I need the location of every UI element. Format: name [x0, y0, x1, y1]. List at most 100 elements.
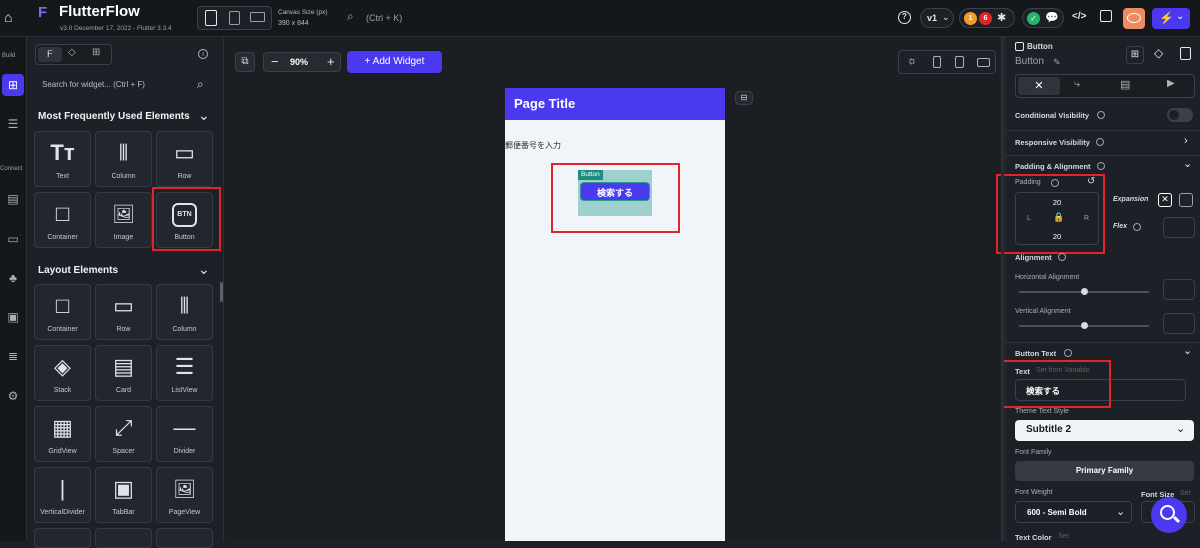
settings-icon[interactable]: ⚙: [3, 387, 23, 405]
search-shortcut[interactable]: (Ctrl + K): [366, 13, 402, 23]
phone-preview-icon[interactable]: [933, 56, 941, 68]
widget-tile-listview[interactable]: ☰ ListView: [156, 345, 213, 401]
animations-tab[interactable]: ▶: [1167, 78, 1175, 89]
help-search-button[interactable]: [1151, 497, 1187, 533]
diamond-icon[interactable]: ◇: [1154, 46, 1163, 60]
widget-tile-spacer[interactable]: ⤢ Spacer: [95, 406, 152, 462]
search-icon[interactable]: ⌕: [347, 10, 359, 22]
keyboard-icon[interactable]: [977, 58, 990, 67]
home-icon[interactable]: ⌂: [4, 10, 18, 24]
issues-group[interactable]: 1 6 ✱: [959, 8, 1015, 28]
widget-tile-divider[interactable]: — Divider: [156, 406, 213, 462]
widget-tile-partial[interactable]: [95, 528, 152, 548]
tile-label: Container: [47, 234, 78, 241]
info-icon[interactable]: i: [198, 49, 208, 59]
folder-icon[interactable]: ▭: [3, 230, 23, 248]
api-list-icon[interactable]: ≣: [3, 347, 23, 365]
font-size-set-link[interactable]: Set: [1180, 490, 1191, 497]
widget-tree-icon[interactable]: ⊞: [2, 74, 24, 96]
flutter-widgets-tab[interactable]: ᖴ: [38, 47, 62, 62]
font-weight-dropdown[interactable]: 600 - Semi Bold ⌄: [1015, 501, 1132, 523]
expansion-label: Expansion: [1113, 196, 1149, 203]
postal-code-label: 郵便番号を入力: [505, 141, 561, 150]
chevron-down-icon[interactable]: ⌄: [198, 261, 210, 278]
open-external-icon[interactable]: [1100, 10, 1112, 22]
chevron-right-icon[interactable]: ›: [1184, 135, 1188, 147]
theme-text-style-dropdown[interactable]: Subtitle 2 ⌄: [1015, 420, 1194, 441]
app-bar[interactable]: Page Title: [505, 88, 725, 120]
canvas-size-value: 390 x 844: [278, 20, 309, 27]
horizontal-alignment-knob[interactable]: [1081, 288, 1088, 295]
panel-scrollbar[interactable]: [220, 282, 223, 302]
chevron-down-icon[interactable]: ⌄: [198, 107, 210, 124]
widget-tile-card[interactable]: ▤ Card: [95, 345, 152, 401]
widget-search-input[interactable]: Search for widget... (Ctrl + F): [42, 80, 145, 89]
version-select[interactable]: v1 ⌄: [920, 8, 954, 28]
widget-tile-row[interactable]: ▭ Row: [156, 131, 213, 187]
frame-options-icon[interactable]: ⊟: [735, 91, 753, 105]
expand-icon[interactable]: ✕: [1158, 193, 1172, 207]
components-icon[interactable]: ⊞: [92, 47, 100, 58]
font-family-button[interactable]: Primary Family: [1015, 461, 1194, 481]
search-icon[interactable]: ⌕: [197, 77, 204, 92]
widget-tile-gridview[interactable]: ▦ GridView: [34, 406, 91, 462]
light-mode-icon[interactable]: ☼: [907, 55, 917, 67]
responsive-visibility-label[interactable]: Responsive Visibility: [1015, 138, 1090, 147]
chat-icon: 💬: [1045, 12, 1059, 24]
horizontal-alignment-input[interactable]: [1163, 279, 1195, 300]
conditional-visibility-toggle[interactable]: [1167, 108, 1193, 122]
code-icon[interactable]: </>: [1072, 11, 1086, 22]
list-icon[interactable]: ☰: [3, 115, 23, 133]
diamond-icon[interactable]: ◇: [68, 47, 76, 58]
add-widget-button[interactable]: + Add Widget: [347, 51, 442, 73]
widget-tile-row[interactable]: ▭ Row: [95, 284, 152, 340]
zoom-in-button[interactable]: +: [327, 54, 335, 69]
zoom-out-button[interactable]: −: [271, 54, 279, 69]
widget-tile-text[interactable]: Tт Text: [34, 131, 91, 187]
widget-tile-verticaldivider[interactable]: | VerticalDivider: [34, 467, 91, 523]
shrink-icon[interactable]: [1179, 193, 1193, 207]
widget-tile-stack[interactable]: ◈ Stack: [34, 345, 91, 401]
text-color-set-link[interactable]: Set: [1058, 533, 1069, 540]
component-icon[interactable]: ⊞: [1126, 46, 1144, 64]
widget-tile-image[interactable]: 🖼 Image: [95, 192, 152, 248]
status-group[interactable]: ✓ 💬: [1022, 8, 1064, 28]
tablet-icon[interactable]: [229, 11, 240, 25]
widget-tile-partial[interactable]: [34, 528, 91, 548]
widget-tile-column[interactable]: ⦀ Column: [156, 284, 213, 340]
widget-tile-tabbar[interactable]: ▣ TabBar: [95, 467, 152, 523]
right-scrollbar[interactable]: [1001, 37, 1004, 541]
preview-button[interactable]: [1123, 8, 1145, 29]
row-widget-icon: ▭: [174, 140, 195, 165]
widget-tile-column[interactable]: ⦀ Column: [95, 131, 152, 187]
chevron-down-icon[interactable]: ⌄: [1183, 344, 1192, 357]
vertical-alignment-input[interactable]: [1163, 313, 1195, 334]
flex-input[interactable]: [1163, 217, 1195, 238]
phone-icon[interactable]: [205, 10, 217, 26]
chevron-down-icon[interactable]: ⌄: [1183, 157, 1192, 170]
widget-tile-container[interactable]: □ Container: [34, 192, 91, 248]
properties-tab[interactable]: ✕: [1018, 77, 1060, 95]
actions-tab[interactable]: ⤷: [1074, 78, 1080, 91]
container-widget-icon: □: [55, 293, 70, 318]
desktop-icon[interactable]: [250, 12, 265, 22]
run-button[interactable]: ⚡ ⌄: [1152, 8, 1190, 29]
phone-screen: Page Title 郵便番号を入力 Button 検索する: [505, 88, 725, 541]
canvas-tools-button[interactable]: ⧉: [235, 52, 255, 72]
tablet-preview-icon[interactable]: [955, 56, 964, 68]
font-weight-value: 600 - Semi Bold: [1027, 508, 1087, 517]
backend-query-tab[interactable]: ▤: [1120, 78, 1130, 91]
widget-tile-pageview[interactable]: 🖼 PageView: [156, 467, 213, 523]
alignment-label: Alignment: [1015, 253, 1052, 262]
integrations-icon[interactable]: ♣: [3, 269, 23, 287]
tile-label: Stack: [53, 387, 72, 394]
vertical-alignment-knob[interactable]: [1081, 322, 1088, 329]
edit-icon[interactable]: ✎: [1053, 57, 1061, 68]
copy-icon[interactable]: [1180, 47, 1191, 60]
widget-name[interactable]: Button: [1015, 56, 1044, 67]
database-icon[interactable]: ▤: [3, 190, 23, 208]
media-icon[interactable]: ▣: [3, 308, 23, 326]
widget-tile-container[interactable]: □ Container: [34, 284, 91, 340]
widget-tile-partial[interactable]: [156, 528, 213, 548]
help-icon[interactable]: ?: [898, 11, 911, 24]
